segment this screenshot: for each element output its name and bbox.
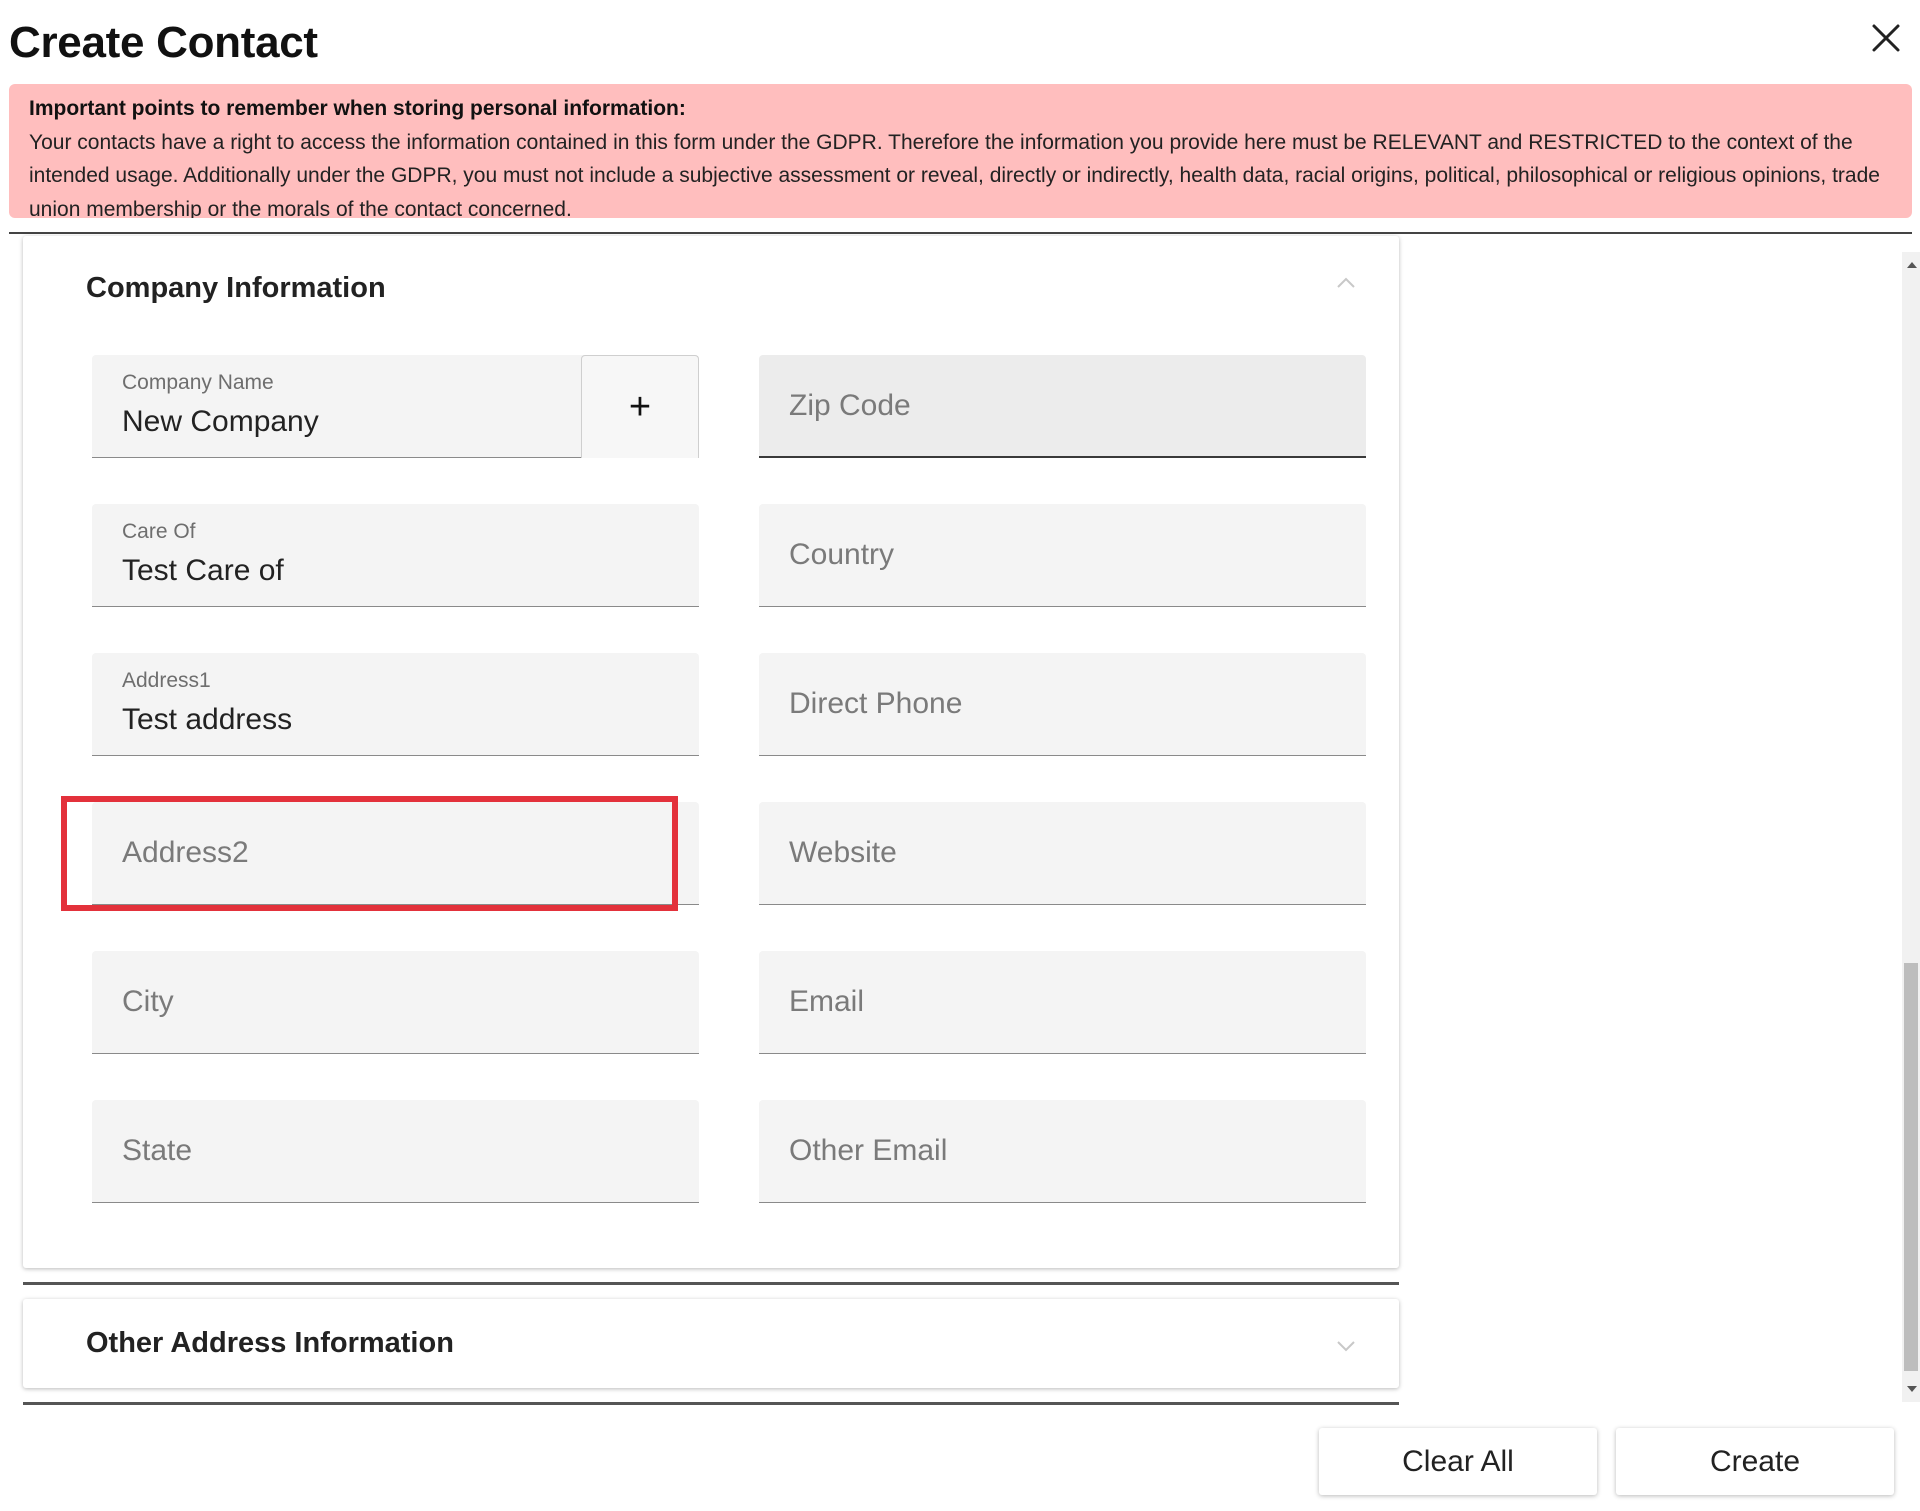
address2-placeholder: Address2 bbox=[122, 836, 249, 869]
scroll-down-arrow[interactable] bbox=[1907, 1386, 1917, 1392]
create-button[interactable]: Create bbox=[1616, 1428, 1894, 1495]
email-placeholder: Email bbox=[789, 985, 865, 1018]
section-title-other-address-information: Other Address Information bbox=[86, 1327, 454, 1359]
state-placeholder: State bbox=[122, 1134, 193, 1167]
close-button[interactable] bbox=[1862, 14, 1910, 62]
address1-label: Address1 bbox=[122, 669, 211, 692]
notice-title: Important points to remember when storin… bbox=[29, 97, 686, 120]
add-company-button[interactable]: + bbox=[581, 355, 699, 458]
chevron-up-icon[interactable] bbox=[1335, 272, 1357, 294]
gdpr-notice: Important points to remember when storin… bbox=[9, 84, 1912, 218]
company-name-label: Company Name bbox=[122, 371, 274, 394]
close-icon bbox=[1872, 24, 1900, 52]
care-of-field[interactable]: Care Of Test Care of bbox=[92, 504, 699, 607]
zip-code-placeholder: Zip Code bbox=[789, 389, 911, 422]
other-address-information-panel[interactable]: Other Address Information bbox=[23, 1299, 1399, 1388]
care-of-label: Care Of bbox=[122, 520, 196, 543]
direct-phone-field[interactable]: Direct Phone bbox=[759, 653, 1366, 756]
company-name-field[interactable]: Company Name New Company + bbox=[92, 355, 699, 458]
company-information-panel: Company Information Company Name New Com… bbox=[23, 236, 1399, 1268]
state-field[interactable]: State bbox=[92, 1100, 699, 1203]
notice-body: Your contacts have a right to access the… bbox=[29, 130, 1880, 219]
zip-code-field[interactable]: Zip Code bbox=[759, 355, 1366, 458]
other-email-placeholder: Other Email bbox=[789, 1134, 948, 1167]
company-name-value[interactable]: New Company bbox=[122, 405, 319, 439]
scrollbar-thumb[interactable] bbox=[1904, 963, 1918, 1371]
country-placeholder: Country bbox=[789, 538, 895, 571]
notice-divider bbox=[9, 232, 1912, 234]
email-field[interactable]: Email bbox=[759, 951, 1366, 1054]
dialog-title: Create Contact bbox=[9, 18, 318, 67]
city-field[interactable]: City bbox=[92, 951, 699, 1054]
care-of-value[interactable]: Test Care of bbox=[122, 554, 284, 588]
clear-all-button[interactable]: Clear All bbox=[1319, 1428, 1597, 1495]
website-placeholder: Website bbox=[789, 836, 897, 869]
address2-field[interactable]: Address2 bbox=[92, 802, 699, 905]
section-divider-bottom bbox=[23, 1402, 1399, 1405]
direct-phone-placeholder: Direct Phone bbox=[789, 687, 963, 720]
address1-field[interactable]: Address1 Test address bbox=[92, 653, 699, 756]
city-placeholder: City bbox=[122, 985, 174, 1018]
country-field[interactable]: Country bbox=[759, 504, 1366, 607]
chevron-down-icon[interactable] bbox=[1335, 1335, 1357, 1357]
scroll-up-arrow[interactable] bbox=[1907, 262, 1917, 268]
address1-value[interactable]: Test address bbox=[122, 703, 292, 737]
other-email-field[interactable]: Other Email bbox=[759, 1100, 1366, 1203]
section-divider bbox=[23, 1282, 1399, 1285]
section-title-company-information: Company Information bbox=[86, 272, 386, 304]
website-field[interactable]: Website bbox=[759, 802, 1366, 905]
